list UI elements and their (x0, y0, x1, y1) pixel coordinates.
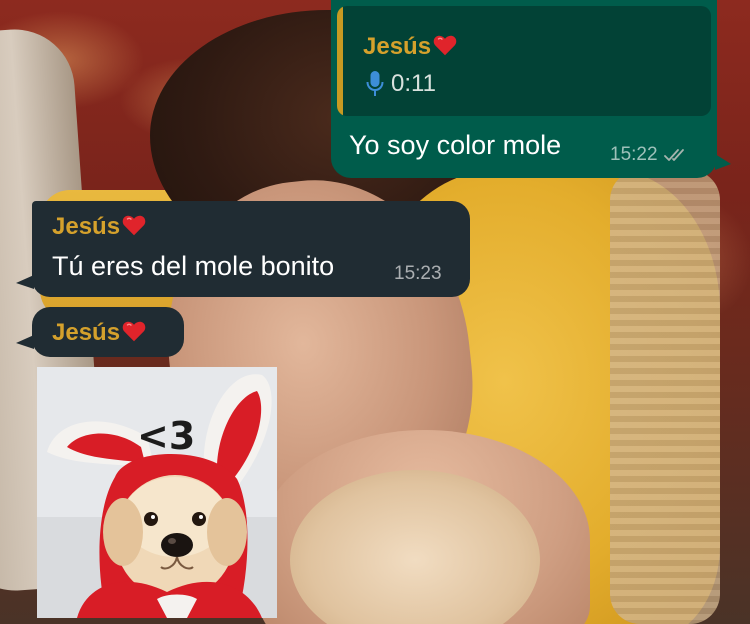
voice-duration: 0:11 (391, 70, 436, 97)
sender-name[interactable]: Jesús (52, 318, 147, 347)
quoted-voice-info: 0:11 (365, 70, 436, 98)
quoted-author-label: Jesús (363, 33, 432, 60)
red-heart-icon (433, 35, 457, 56)
outgoing-message-bubble[interactable]: Jesús 0:11 Yo soy color mole 15:22 (331, 0, 731, 178)
message-meta: 15:22 (610, 144, 690, 166)
message-text: Yo soy color mole (349, 130, 562, 160)
quote-accent-bar (337, 6, 343, 116)
quoted-author-name: Jesús (363, 32, 458, 61)
puppy-bunny-ears-illustration (37, 367, 277, 618)
sticker-caption: <3 (137, 414, 196, 458)
message-time: 15:22 (610, 144, 658, 165)
message-time: 15:23 (394, 263, 442, 284)
bubble-tail (16, 335, 34, 349)
puppy-sticker[interactable]: <3 (37, 367, 277, 618)
sender-name-label: Jesús (52, 319, 121, 346)
red-heart-icon (122, 215, 146, 236)
sender-name-label: Jesús (52, 213, 121, 240)
sender-name[interactable]: Jesús (52, 212, 147, 241)
red-heart-icon (122, 321, 146, 342)
wallpaper-pillow-fringe (610, 170, 720, 624)
incoming-message-bubble[interactable]: Jesús Tú eres del mole bonito 15:23 (16, 201, 470, 297)
incoming-sticker-header[interactable]: Jesús (16, 307, 184, 357)
message-text: Tú eres del mole bonito (52, 251, 335, 281)
bubble-tail (715, 154, 731, 170)
bubble-tail (16, 275, 34, 289)
microphone-icon (366, 71, 384, 96)
double-check-icon (663, 149, 684, 161)
quoted-voice-message[interactable]: Jesús 0:11 (337, 6, 711, 116)
